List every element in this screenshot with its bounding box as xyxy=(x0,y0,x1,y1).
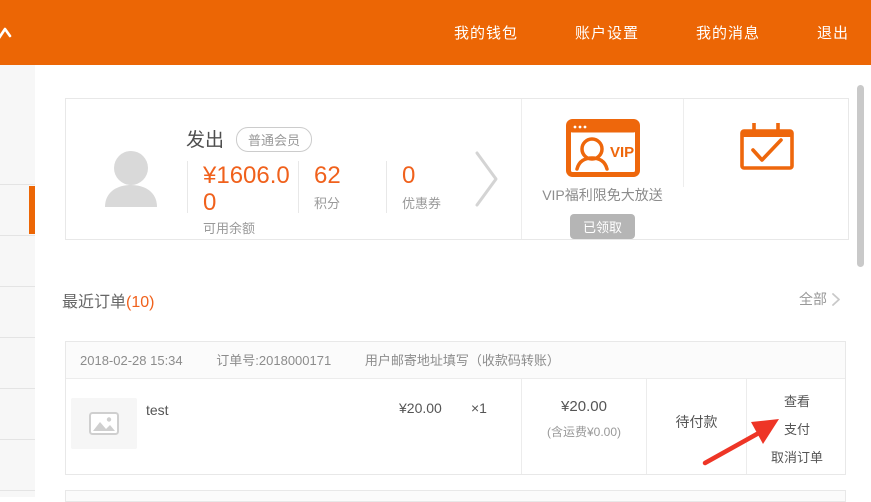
order-status: 待付款 xyxy=(647,412,746,432)
pay-order-link[interactable]: 支付 xyxy=(747,419,847,438)
sidebar-item-5[interactable] xyxy=(0,338,35,389)
vip-claimed-button[interactable]: 已领取 xyxy=(570,214,635,239)
recent-orders-count: (10) xyxy=(126,294,154,311)
checkin-cell[interactable] xyxy=(684,99,850,239)
member-level-badge: 普通会员 xyxy=(236,127,312,152)
avatar xyxy=(102,149,160,207)
nav-account-settings[interactable]: 账户设置 xyxy=(575,22,639,43)
order-body-row: test ¥20.00 ×1 ¥20.00 (含运费¥0.00) 待付款 查看 … xyxy=(66,379,845,474)
balance-value: ¥1606.00 xyxy=(203,163,303,217)
sidebar-item-6[interactable] xyxy=(0,389,35,440)
view-order-link[interactable]: 查看 xyxy=(747,391,847,410)
site-logo-icon xyxy=(0,26,14,44)
order-header-row: 2018-02-28 15:34 订单号:2018000171 用户邮寄地址填写… xyxy=(66,342,845,379)
cancel-order-link[interactable]: 取消订单 xyxy=(747,447,847,466)
stat-points[interactable]: 62 积分 xyxy=(298,161,386,213)
chevron-right-icon xyxy=(832,293,840,306)
image-placeholder-icon xyxy=(89,412,119,435)
svg-text:VIP: VIP xyxy=(610,144,634,161)
view-all-orders-link[interactable]: 全部 xyxy=(799,289,840,309)
sidebar-item-2-active[interactable] xyxy=(0,185,35,236)
profile-stats: ¥1606.00 可用余额 62 积分 0 优惠券 xyxy=(187,161,478,213)
vip-promo-cell[interactable]: VIP VIP福利限免大放送 已领取 xyxy=(522,99,683,239)
username: 发出 xyxy=(186,125,224,152)
order-total: ¥20.00 xyxy=(522,398,646,415)
product-quantity: ×1 xyxy=(471,400,487,416)
sidebar-item-3[interactable] xyxy=(0,236,35,287)
order-actions-cell: 查看 支付 取消订单 xyxy=(747,379,847,474)
coupons-label: 优惠券 xyxy=(402,193,478,212)
scrollbar-thumb[interactable] xyxy=(857,85,864,267)
top-nav-links: 我的钱包 账户设置 我的消息 退出 xyxy=(454,0,849,65)
sidebar-item-1[interactable] xyxy=(0,65,35,185)
calendar-check-icon xyxy=(738,121,796,171)
recent-orders-title: 最近订单 xyxy=(62,294,126,311)
product-price: ¥20.00 xyxy=(399,400,442,416)
balance-label: 可用余额 xyxy=(203,218,298,237)
order-shipping-note: (含运费¥0.00) xyxy=(522,423,646,440)
profile-card: 发出 普通会员 ¥1606.00 可用余额 62 积分 0 优惠券 VIP VI… xyxy=(65,98,849,240)
nav-my-wallet[interactable]: 我的钱包 xyxy=(454,22,518,43)
vip-promo-title: VIP福利限免大放送 xyxy=(522,185,683,205)
stat-coupons[interactable]: 0 优惠券 xyxy=(386,161,478,213)
order-datetime: 2018-02-28 15:34 xyxy=(80,353,183,368)
sidebar-item-4[interactable] xyxy=(0,287,35,338)
order-card: 2018-02-28 15:34 订单号:2018000171 用户邮寄地址填写… xyxy=(65,341,846,475)
points-label: 积分 xyxy=(314,193,386,212)
order-number: 订单号:2018000171 xyxy=(216,353,331,368)
stat-balance[interactable]: ¥1606.00 可用余额 xyxy=(187,161,298,213)
profile-chevron-right-icon[interactable] xyxy=(474,150,500,208)
sidebar-rail xyxy=(0,65,35,497)
next-order-card-stub xyxy=(65,490,846,502)
nav-my-messages[interactable]: 我的消息 xyxy=(696,22,760,43)
sidebar-item-7[interactable] xyxy=(0,440,35,491)
vip-browser-icon: VIP xyxy=(566,119,640,177)
product-thumbnail[interactable] xyxy=(71,398,137,449)
view-all-label: 全部 xyxy=(799,289,827,309)
order-note: 用户邮寄地址填写（收款码转账） xyxy=(365,353,560,368)
product-name[interactable]: test xyxy=(146,402,169,418)
nav-logout[interactable]: 退出 xyxy=(817,22,849,43)
sidebar-active-indicator xyxy=(29,186,35,234)
recent-orders-heading: 最近订单(10) xyxy=(62,288,154,312)
top-navbar: 我的钱包 账户设置 我的消息 退出 xyxy=(0,0,871,65)
